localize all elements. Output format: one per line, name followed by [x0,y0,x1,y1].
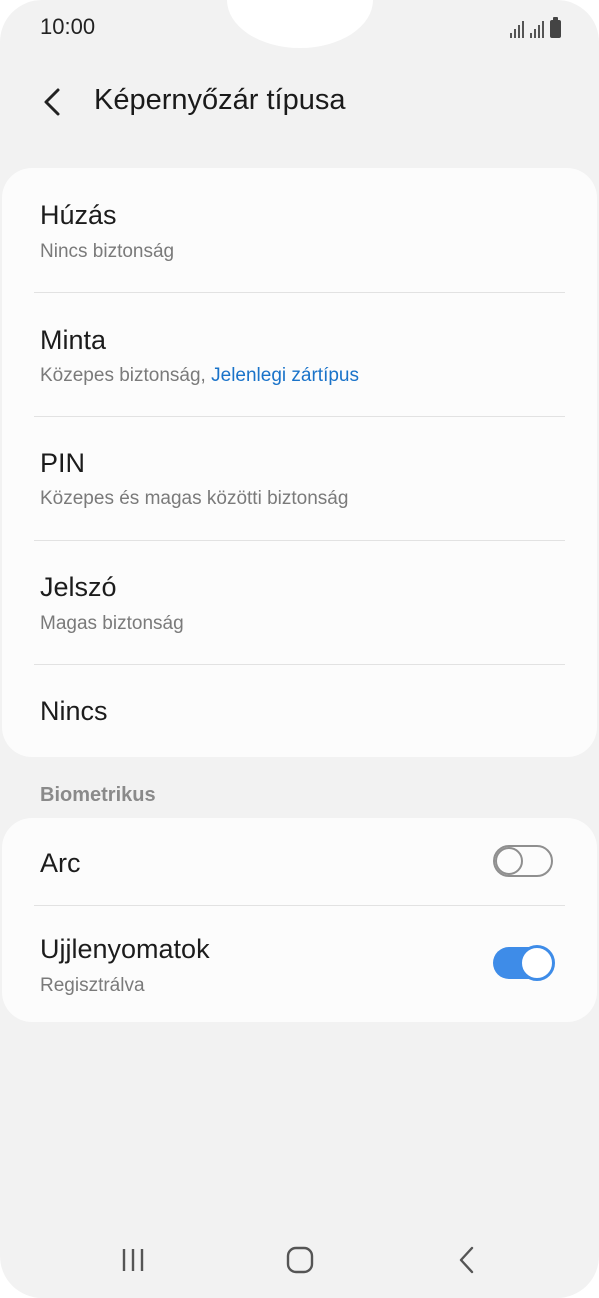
lock-type-title: Jelszó [40,572,117,602]
biometric-fingerprints[interactable]: Ujjlenyomatok Regisztrálva [2,905,597,1022]
biometrics-list: Arc Ujjlenyomatok Regisztrálva [2,818,597,1022]
lock-type-title: Minta [40,325,107,355]
status-icons [510,16,561,38]
navigation-bar [0,1230,599,1290]
lock-type-title: PIN [40,448,86,478]
toggle-knob [519,945,555,981]
lock-type-title: Nincs [40,696,108,726]
signal-icon [510,20,524,38]
back-button[interactable] [34,82,74,122]
back-icon [459,1246,474,1274]
chevron-left-icon [44,88,60,116]
page-title: Képernyőzár típusa [94,84,346,116]
home-button[interactable] [270,1230,330,1290]
lock-type-subtitle-text: Közepes biztonság, [40,365,212,386]
fingerprint-toggle[interactable] [493,945,555,981]
biometric-title: Ujjlenyomatok [40,934,210,964]
battery-icon [550,17,561,38]
lock-type-subtitle: Közepes és magas közötti biztonság [40,488,349,509]
lock-type-pin[interactable]: PIN Közepes és magas közötti biztonság [2,416,597,540]
section-header-biometrics: Biometrikus [40,784,156,806]
recents-button[interactable] [103,1230,163,1290]
phone-screen: 10:00 Képernyőzár típusa Húzás Nincs biz… [0,0,599,1298]
lock-type-subtitle: Közepes biztonság, Jelenlegi zártípus [40,365,359,387]
nav-back-button[interactable] [438,1230,498,1290]
toggle-knob [495,847,523,875]
lock-type-none[interactable]: Nincs [2,664,597,757]
face-toggle[interactable] [493,845,553,877]
status-time: 10:00 [40,14,96,39]
lock-type-subtitle: Nincs biztonság [40,241,175,262]
lock-type-title: Húzás [40,200,117,230]
lock-type-list: Húzás Nincs biztonság Minta Közepes bizt… [2,168,597,757]
biometric-subtitle: Regisztrálva [40,975,145,996]
biometric-title: Arc [40,848,81,878]
lock-type-pattern[interactable]: Minta Közepes biztonság, Jelenlegi zártí… [2,292,597,416]
biometric-face[interactable]: Arc [2,818,597,905]
recents-icon [122,1249,144,1271]
camera-notch [227,0,373,48]
signal-icon-2 [530,20,544,38]
lock-type-swipe[interactable]: Húzás Nincs biztonság [2,168,597,292]
current-lock-type-label: Jelenlegi zártípus [211,365,359,386]
home-icon [286,1246,314,1274]
lock-type-subtitle: Magas biztonság [40,613,184,634]
lock-type-password[interactable]: Jelszó Magas biztonság [2,540,597,664]
